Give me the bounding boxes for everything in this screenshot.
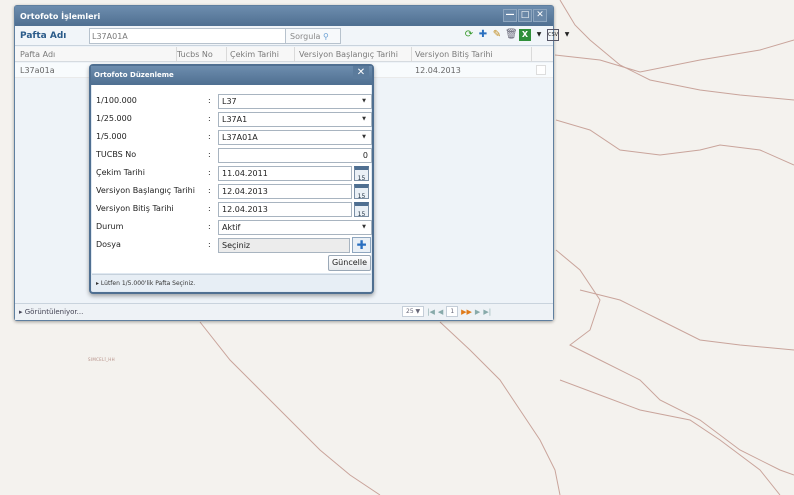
select-1-25000[interactable]: L37A1	[218, 112, 372, 127]
close-icon[interactable]: ✕	[353, 66, 369, 79]
select-1-100000[interactable]: L37	[218, 94, 372, 109]
page-number-input[interactable]: 1	[446, 306, 459, 317]
label-durum: Durum	[96, 222, 124, 231]
refresh-icon[interactable]: ⟳	[463, 29, 475, 41]
label-versiyon-bitis: Versiyon Bitiş Tarihi	[96, 204, 174, 213]
calendar-icon[interactable]: 15	[354, 202, 369, 218]
chevron-down-icon[interactable]: ▼	[561, 29, 573, 41]
map-boundary-line	[555, 119, 794, 166]
dialog-hint: ▸ Lütfen 1/5.000'lik Pafta Seçiniz.	[92, 274, 371, 291]
label-dosya: Dosya	[96, 240, 121, 249]
column-header-pafta[interactable]: Pafta Adı	[20, 50, 55, 59]
label-1-100000: 1/100.000	[96, 96, 137, 105]
window-titlebar[interactable]: Ortofoto İşlemleri — □ ✕	[15, 6, 553, 26]
first-page-icon[interactable]: |◀	[427, 308, 435, 316]
delete-icon[interactable]: 🗑	[505, 29, 518, 41]
map-boundary-line	[199, 321, 381, 495]
last-page-icon[interactable]: ▶|	[483, 308, 491, 316]
label-1-5000: 1/5.000	[96, 132, 127, 141]
map-boundary-line	[439, 321, 561, 495]
durum-select[interactable]: Aktif	[218, 220, 372, 235]
window-footer: ▸ Görüntüleniyor... 25 ▼ |◀ ◀ 1 ▶▶ ▶ ▶|	[15, 303, 553, 320]
label-cekim-tarihi: Çekim Tarihi	[96, 168, 145, 177]
cekim-tarihi-input[interactable]: 11.04.2011	[218, 166, 352, 181]
window-title: Ortofoto İşlemleri	[20, 12, 101, 21]
query-button[interactable]: Sorgula ⚲	[285, 28, 341, 44]
map-boundary-line	[579, 289, 794, 351]
select-1-5000[interactable]: L37A01A	[218, 130, 372, 145]
ortofoto-edit-dialog: Ortofoto Düzenleme ✕ 1/100.000 : L37 1/2…	[89, 64, 374, 294]
page-size-select[interactable]: 25 ▼	[402, 306, 425, 317]
prev-page-icon[interactable]: ◀	[438, 308, 443, 316]
row-action-icon[interactable]	[536, 65, 546, 75]
edit-icon[interactable]: ✎	[491, 29, 503, 41]
calendar-icon[interactable]: 15	[354, 166, 369, 182]
column-header-tucbs[interactable]: Tucbs No	[177, 50, 213, 59]
status-text: ▸ Görüntüleniyor...	[19, 308, 84, 316]
cell-bitis: 12.04.2013	[415, 66, 461, 75]
map-boundary-line	[555, 249, 794, 476]
add-file-icon[interactable]: ✚	[352, 237, 371, 253]
search-icon: ⚲	[322, 32, 329, 41]
excel-icon[interactable]: X	[519, 29, 531, 41]
grid-header: Pafta Adı Tucbs No Çekim Tarihi Versiyon…	[15, 47, 553, 62]
versiyon-bitis-input[interactable]: 12.04.2013	[218, 202, 352, 217]
maximize-icon[interactable]: □	[518, 9, 532, 22]
dialog-title: Ortofoto Düzenleme	[94, 71, 174, 79]
column-header-cekim[interactable]: Çekim Tarihi	[230, 50, 279, 59]
csv-icon[interactable]: CSV	[547, 29, 559, 41]
label-tucbs-no: TUCBS No	[96, 150, 137, 159]
versiyon-baslangic-input[interactable]: 12.04.2013	[218, 184, 352, 199]
add-icon[interactable]: ✚	[477, 29, 489, 41]
chevron-down-icon[interactable]: ▼	[533, 29, 545, 41]
dialog-form: 1/100.000 : L37 1/25.000 : L37A1 1/5.000…	[92, 85, 372, 273]
window-toolbar: Pafta Adı L37A01A Sorgula ⚲ ⟳ ✚ ✎ 🗑 X ▼ …	[15, 26, 569, 46]
close-icon[interactable]: ✕	[533, 9, 547, 22]
label-versiyon-baslangic: Versiyon Başlangıç Tarihi	[96, 186, 195, 195]
pager: 25 ▼ |◀ ◀ 1 ▶▶ ▶ ▶|	[402, 306, 491, 317]
calendar-icon[interactable]: 15	[354, 184, 369, 200]
pafta-adi-input[interactable]: L37A01A	[89, 28, 299, 44]
column-header-bitis[interactable]: Versiyon Bitiş Tarihi	[415, 50, 493, 59]
minimize-icon[interactable]: —	[503, 9, 517, 22]
label-1-25000: 1/25.000	[96, 114, 132, 123]
map-boundary-line	[559, 379, 781, 495]
next-icon[interactable]: ▶	[475, 308, 480, 316]
tucbs-no-input[interactable]: 0	[218, 148, 372, 163]
map-place-label: SIMCELİ_HH	[88, 357, 115, 362]
cell-pafta: L37a01a	[20, 66, 55, 75]
update-button[interactable]: Güncelle	[328, 255, 371, 271]
pafta-adi-label: Pafta Adı	[20, 31, 67, 41]
dosya-input[interactable]: Seçiniz	[218, 238, 350, 253]
map-boundary-line	[554, 39, 794, 73]
next-page-icon[interactable]: ▶▶	[461, 308, 472, 316]
column-header-baslangic[interactable]: Versiyon Başlangıç Tarihi	[299, 50, 398, 59]
dialog-titlebar[interactable]: Ortofoto Düzenleme ✕	[91, 66, 372, 85]
query-button-label: Sorgula	[290, 32, 321, 41]
